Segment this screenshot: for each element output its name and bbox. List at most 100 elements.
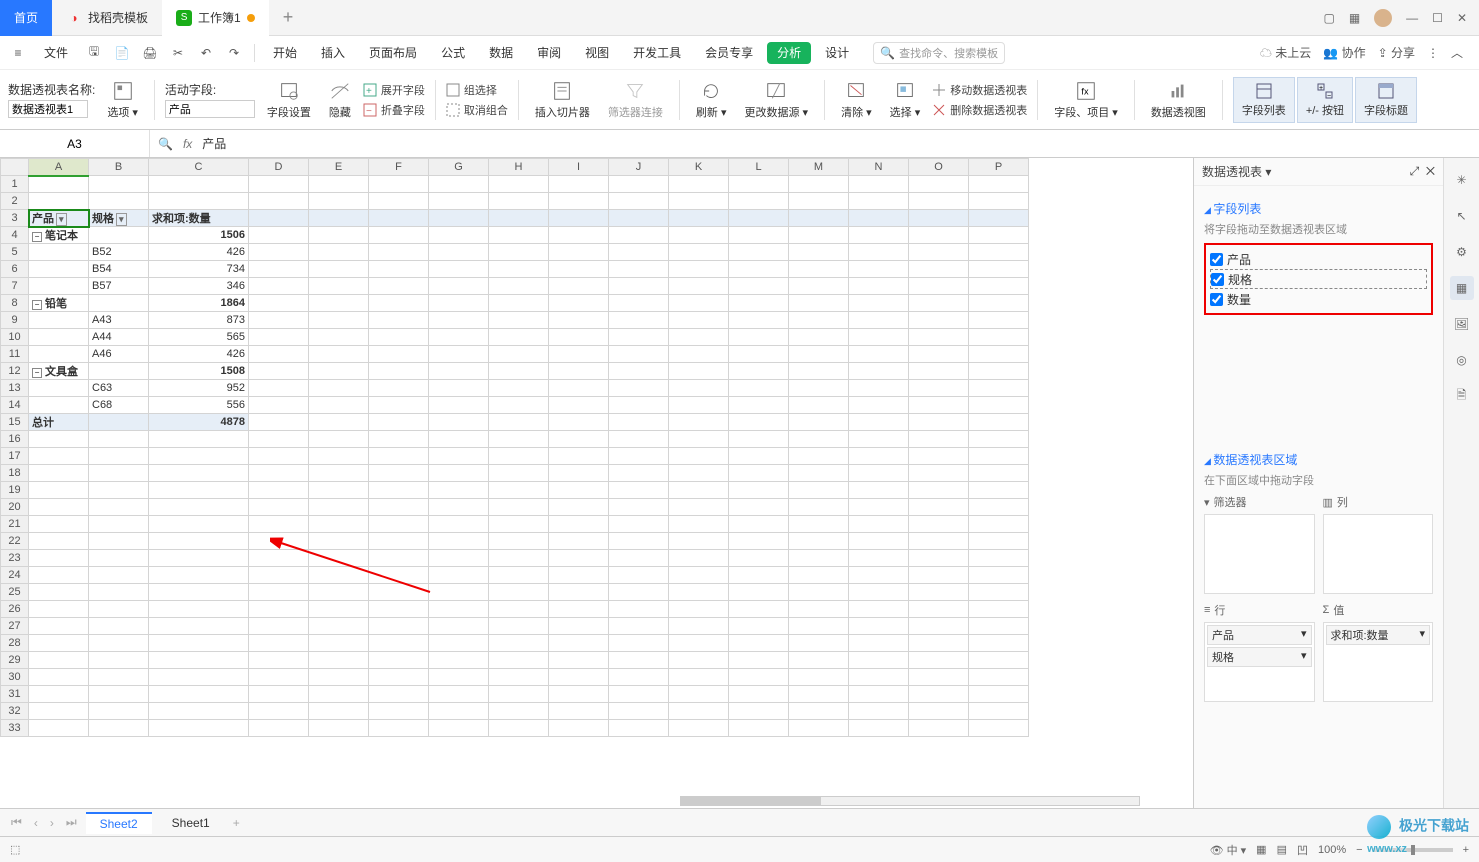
cell-J6[interactable] — [609, 261, 669, 278]
cell-J18[interactable] — [609, 465, 669, 482]
cell-reference-box[interactable] — [0, 130, 150, 157]
cell-L26[interactable] — [729, 601, 789, 618]
cell-G25[interactable] — [429, 584, 489, 601]
cell-F27[interactable] — [369, 618, 429, 635]
cell-C26[interactable] — [149, 601, 249, 618]
view-pagebreak-icon[interactable]: 凹 — [1297, 842, 1308, 858]
cell-J3[interactable] — [609, 210, 669, 227]
cell-C28[interactable] — [149, 635, 249, 652]
cell-M13[interactable] — [789, 380, 849, 397]
cell-N30[interactable] — [849, 669, 909, 686]
cell-J30[interactable] — [609, 669, 669, 686]
cell-O24[interactable] — [909, 567, 969, 584]
cell-A27[interactable] — [29, 618, 89, 635]
cell-K31[interactable] — [669, 686, 729, 703]
menu-review[interactable]: 审阅 — [527, 36, 571, 70]
layout-icon[interactable]: ▢ — [1323, 11, 1334, 25]
cell-K2[interactable] — [669, 193, 729, 210]
cell-P30[interactable] — [969, 669, 1029, 686]
cell-G21[interactable] — [429, 516, 489, 533]
view-eye-icon[interactable]: 👁 中 ▾ — [1210, 842, 1247, 858]
cell-L7[interactable] — [729, 278, 789, 295]
cell-E5[interactable] — [309, 244, 369, 261]
cell-A13[interactable] — [29, 380, 89, 397]
move-pivot-button[interactable]: 移动数据透视表 — [932, 82, 1027, 98]
cell-A2[interactable] — [29, 193, 89, 210]
cell-A25[interactable] — [29, 584, 89, 601]
cell-E3[interactable] — [309, 210, 369, 227]
cell-G11[interactable] — [429, 346, 489, 363]
cell-L19[interactable] — [729, 482, 789, 499]
cell-J11[interactable] — [609, 346, 669, 363]
cell-C19[interactable] — [149, 482, 249, 499]
cell-L9[interactable] — [729, 312, 789, 329]
row-header-28[interactable]: 28 — [1, 635, 29, 652]
cell-H6[interactable] — [489, 261, 549, 278]
cell-K11[interactable] — [669, 346, 729, 363]
cell-A29[interactable] — [29, 652, 89, 669]
cell-B11[interactable]: A46 — [89, 346, 149, 363]
cell-O12[interactable] — [909, 363, 969, 380]
cell-L17[interactable] — [729, 448, 789, 465]
col-header-B[interactable]: B — [89, 159, 149, 176]
cell-G28[interactable] — [429, 635, 489, 652]
cell-C27[interactable] — [149, 618, 249, 635]
toggle-fieldlist[interactable]: 字段列表 — [1233, 77, 1295, 123]
row-header-6[interactable]: 6 — [1, 261, 29, 278]
cell-L11[interactable] — [729, 346, 789, 363]
cell-I1[interactable] — [549, 176, 609, 193]
cell-L24[interactable] — [729, 567, 789, 584]
cell-L27[interactable] — [729, 618, 789, 635]
cell-I24[interactable] — [549, 567, 609, 584]
cell-P24[interactable] — [969, 567, 1029, 584]
cell-G18[interactable] — [429, 465, 489, 482]
cell-H32[interactable] — [489, 703, 549, 720]
cell-H15[interactable] — [489, 414, 549, 431]
cell-O9[interactable] — [909, 312, 969, 329]
cell-D24[interactable] — [249, 567, 309, 584]
cell-N25[interactable] — [849, 584, 909, 601]
row-header-25[interactable]: 25 — [1, 584, 29, 601]
cell-E9[interactable] — [309, 312, 369, 329]
cell-P9[interactable] — [969, 312, 1029, 329]
cell-A4[interactable]: −笔记本 — [29, 227, 89, 244]
cell-B22[interactable] — [89, 533, 149, 550]
avatar-icon[interactable] — [1374, 9, 1392, 27]
cell-G17[interactable] — [429, 448, 489, 465]
add-sheet-button[interactable]: + — [230, 816, 243, 830]
cell-G10[interactable] — [429, 329, 489, 346]
cell-K5[interactable] — [669, 244, 729, 261]
cell-F24[interactable] — [369, 567, 429, 584]
cell-L3[interactable] — [729, 210, 789, 227]
cell-E18[interactable] — [309, 465, 369, 482]
cell-I27[interactable] — [549, 618, 609, 635]
command-search[interactable]: 🔍 查找命令、搜索模板 — [873, 42, 1005, 64]
cell-O7[interactable] — [909, 278, 969, 295]
cell-I28[interactable] — [549, 635, 609, 652]
cell-O31[interactable] — [909, 686, 969, 703]
cell-H5[interactable] — [489, 244, 549, 261]
cell-C31[interactable] — [149, 686, 249, 703]
cell-C15[interactable]: 4878 — [149, 414, 249, 431]
cell-I15[interactable] — [549, 414, 609, 431]
cell-F28[interactable] — [369, 635, 429, 652]
cell-B32[interactable] — [89, 703, 149, 720]
cell-N21[interactable] — [849, 516, 909, 533]
cell-P20[interactable] — [969, 499, 1029, 516]
cell-L14[interactable] — [729, 397, 789, 414]
cell-M21[interactable] — [789, 516, 849, 533]
rail-doc-icon[interactable]: 🗎 — [1450, 384, 1474, 408]
cell-I10[interactable] — [549, 329, 609, 346]
cell-C21[interactable] — [149, 516, 249, 533]
row-header-13[interactable]: 13 — [1, 380, 29, 397]
cell-B9[interactable]: A43 — [89, 312, 149, 329]
cell-O25[interactable] — [909, 584, 969, 601]
cell-D3[interactable] — [249, 210, 309, 227]
cell-I22[interactable] — [549, 533, 609, 550]
view-pagelayout-icon[interactable]: ▤ — [1277, 843, 1287, 856]
cell-I33[interactable] — [549, 720, 609, 737]
cell-B19[interactable] — [89, 482, 149, 499]
row-header-11[interactable]: 11 — [1, 346, 29, 363]
cell-N33[interactable] — [849, 720, 909, 737]
cell-N10[interactable] — [849, 329, 909, 346]
